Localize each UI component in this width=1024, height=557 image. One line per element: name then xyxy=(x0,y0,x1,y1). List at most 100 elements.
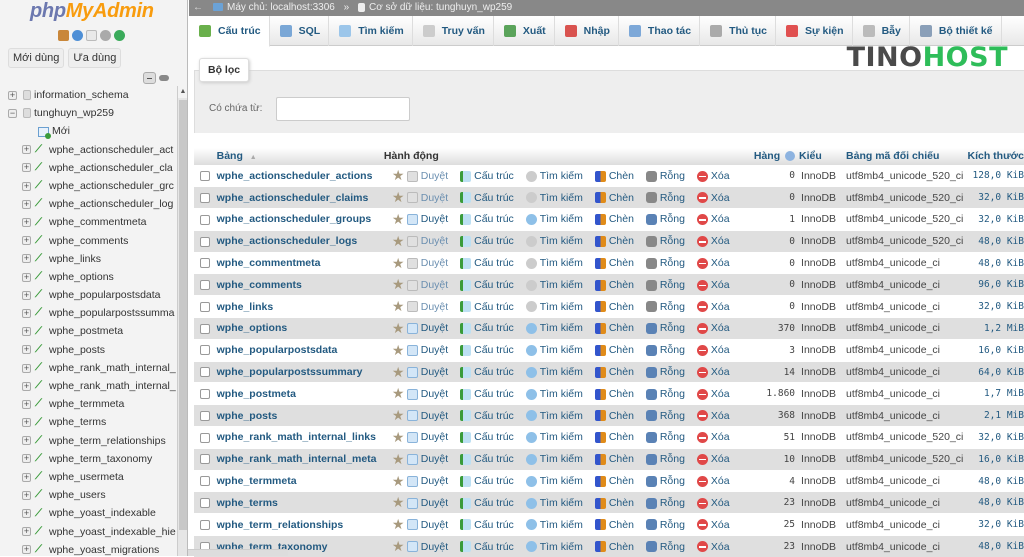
empty-action[interactable]: Rỗng xyxy=(645,170,685,182)
row-checkbox[interactable] xyxy=(200,476,211,487)
browse-action[interactable]: Duyệt xyxy=(406,497,448,509)
breadcrumb-server[interactable]: Máy chủ: localhost:3306 xyxy=(227,2,335,13)
empty-action[interactable]: Rỗng xyxy=(645,388,685,400)
tree-table-item[interactable]: + ⟋ wphe_links xyxy=(0,250,176,268)
expand-icon[interactable]: + xyxy=(22,509,31,519)
table-name-link[interactable]: wphe_postmeta xyxy=(217,388,296,400)
tab-import[interactable]: Nhập xyxy=(555,16,619,46)
rows-help-icon[interactable] xyxy=(785,151,796,162)
browse-action[interactable]: Duyệt xyxy=(406,235,448,247)
docs-icon[interactable] xyxy=(86,30,97,41)
expand-icon[interactable]: + xyxy=(22,181,31,191)
favorite-star-icon[interactable]: ★ xyxy=(392,320,405,336)
browse-action[interactable]: Duyệt xyxy=(406,279,448,291)
row-checkbox[interactable] xyxy=(200,519,211,530)
browse-action[interactable]: Duyệt xyxy=(406,431,448,443)
nav-scrollbar[interactable]: ▲ xyxy=(177,86,187,556)
expand-icon[interactable]: + xyxy=(22,290,31,300)
structure-action[interactable]: Cấu trúc xyxy=(460,388,514,400)
drop-action[interactable]: Xóa xyxy=(696,213,730,225)
column-header-size[interactable]: Kích thước xyxy=(965,148,1024,165)
table-name-link[interactable]: wphe_actionscheduler_actions xyxy=(217,170,373,182)
browse-action[interactable]: Duyệt xyxy=(406,257,448,269)
expand-icon[interactable]: + xyxy=(22,254,31,264)
insert-action[interactable]: Chèn xyxy=(594,475,634,487)
browse-action[interactable]: Duyệt xyxy=(406,410,448,422)
tree-table-item[interactable]: + ⟋ wphe_actionscheduler_grc xyxy=(0,177,176,195)
expand-icon[interactable]: + xyxy=(22,163,31,173)
tab-operations[interactable]: Thao tác xyxy=(619,16,701,46)
structure-action[interactable]: Cấu trúc xyxy=(460,431,514,443)
structure-action[interactable]: Cấu trúc xyxy=(460,366,514,378)
table-size[interactable]: 32,0 KiB xyxy=(965,208,1024,231)
drop-action[interactable]: Xóa xyxy=(696,410,730,422)
tree-table-item[interactable]: + ⟋ wphe_actionscheduler_log xyxy=(0,195,176,213)
tree-table-item[interactable]: + ⟋ wphe_posts xyxy=(0,341,176,359)
drop-action[interactable]: Xóa xyxy=(696,388,730,400)
tree-table-item[interactable]: + ⟋ wphe_rank_math_internal_ xyxy=(0,359,176,377)
expand-icon[interactable]: + xyxy=(22,308,31,318)
row-checkbox[interactable] xyxy=(200,345,211,356)
insert-action[interactable]: Chèn xyxy=(594,388,634,400)
browse-action[interactable]: Duyệt xyxy=(406,192,448,204)
table-name-link[interactable]: wphe_comments xyxy=(217,279,302,291)
tree-table-item[interactable]: + ⟋ wphe_options xyxy=(0,268,176,286)
row-checkbox[interactable] xyxy=(200,454,211,465)
search-action[interactable]: Tìm kiếm xyxy=(525,192,583,204)
expand-icon[interactable]: + xyxy=(22,199,31,209)
empty-action[interactable]: Rỗng xyxy=(645,410,685,422)
search-action[interactable]: Tìm kiếm xyxy=(525,366,583,378)
insert-action[interactable]: Chèn xyxy=(594,322,634,334)
tree-table-item[interactable]: + ⟋ wphe_postmeta xyxy=(0,322,176,340)
browse-action[interactable]: Duyệt xyxy=(406,519,448,531)
reload-icon[interactable] xyxy=(114,30,125,41)
empty-action[interactable]: Rỗng xyxy=(645,192,685,204)
expand-icon[interactable]: + xyxy=(22,399,31,409)
expand-icon[interactable]: + xyxy=(22,345,31,355)
structure-action[interactable]: Cấu trúc xyxy=(460,344,514,356)
back-arrow-icon[interactable]: ← xyxy=(193,0,203,15)
drop-action[interactable]: Xóa xyxy=(696,192,730,204)
row-checkbox[interactable] xyxy=(200,410,211,421)
expand-icon[interactable]: + xyxy=(22,272,31,282)
table-name-link[interactable]: wphe_actionscheduler_claims xyxy=(217,192,369,204)
expand-icon[interactable]: + xyxy=(22,236,31,246)
table-name-link[interactable]: wphe_rank_math_internal_meta xyxy=(217,453,377,465)
drop-action[interactable]: Xóa xyxy=(696,322,730,334)
browse-action[interactable]: Duyệt xyxy=(406,453,448,465)
expand-icon[interactable]: + xyxy=(22,145,31,155)
table-size[interactable]: 32,0 KiB xyxy=(965,186,1024,209)
structure-action[interactable]: Cấu trúc xyxy=(460,213,514,225)
expand-icon[interactable]: + xyxy=(22,418,31,428)
search-action[interactable]: Tìm kiếm xyxy=(525,322,583,334)
empty-action[interactable]: Rỗng xyxy=(645,279,685,291)
drop-action[interactable]: Xóa xyxy=(696,344,730,356)
column-header-collation[interactable]: Bảng mã đối chiếu xyxy=(838,148,966,165)
home-icon[interactable] xyxy=(58,30,69,41)
favorite-star-icon[interactable]: ★ xyxy=(392,429,405,445)
table-size[interactable]: 48,0 KiB xyxy=(965,469,1024,492)
empty-action[interactable]: Rỗng xyxy=(645,344,685,356)
tree-database-1[interactable]: − tunghuyn_wp259 xyxy=(0,104,176,122)
tree-table-item[interactable]: + ⟋ wphe_popularpostssumma xyxy=(0,304,176,322)
browse-action[interactable]: Duyệt xyxy=(406,366,448,378)
empty-action[interactable]: Rỗng xyxy=(645,431,685,443)
tree-table-item[interactable]: + ⟋ wphe_term_relationships xyxy=(0,432,176,450)
insert-action[interactable]: Chèn xyxy=(594,257,634,269)
empty-action[interactable]: Rỗng xyxy=(645,475,685,487)
empty-action[interactable]: Rỗng xyxy=(645,257,685,269)
favorite-star-icon[interactable]: ★ xyxy=(392,342,405,358)
row-checkbox[interactable] xyxy=(200,258,211,269)
tree-table-item[interactable]: + ⟋ wphe_usermeta xyxy=(0,468,176,486)
browse-action[interactable]: Duyệt xyxy=(406,301,448,313)
drop-action[interactable]: Xóa xyxy=(696,235,730,247)
insert-action[interactable]: Chèn xyxy=(594,519,634,531)
table-name-link[interactable]: wphe_actionscheduler_logs xyxy=(217,235,358,247)
table-size[interactable]: 48,0 KiB xyxy=(965,535,1024,557)
tree-table-item[interactable]: + ⟋ wphe_actionscheduler_act xyxy=(0,141,176,159)
row-checkbox[interactable] xyxy=(200,301,211,312)
tree-table-item[interactable]: + ⟋ wphe_term_taxonomy xyxy=(0,450,176,468)
tab-search[interactable]: Tìm kiếm xyxy=(329,16,413,46)
table-size[interactable]: 96,0 KiB xyxy=(965,273,1024,296)
row-checkbox[interactable] xyxy=(200,171,211,182)
